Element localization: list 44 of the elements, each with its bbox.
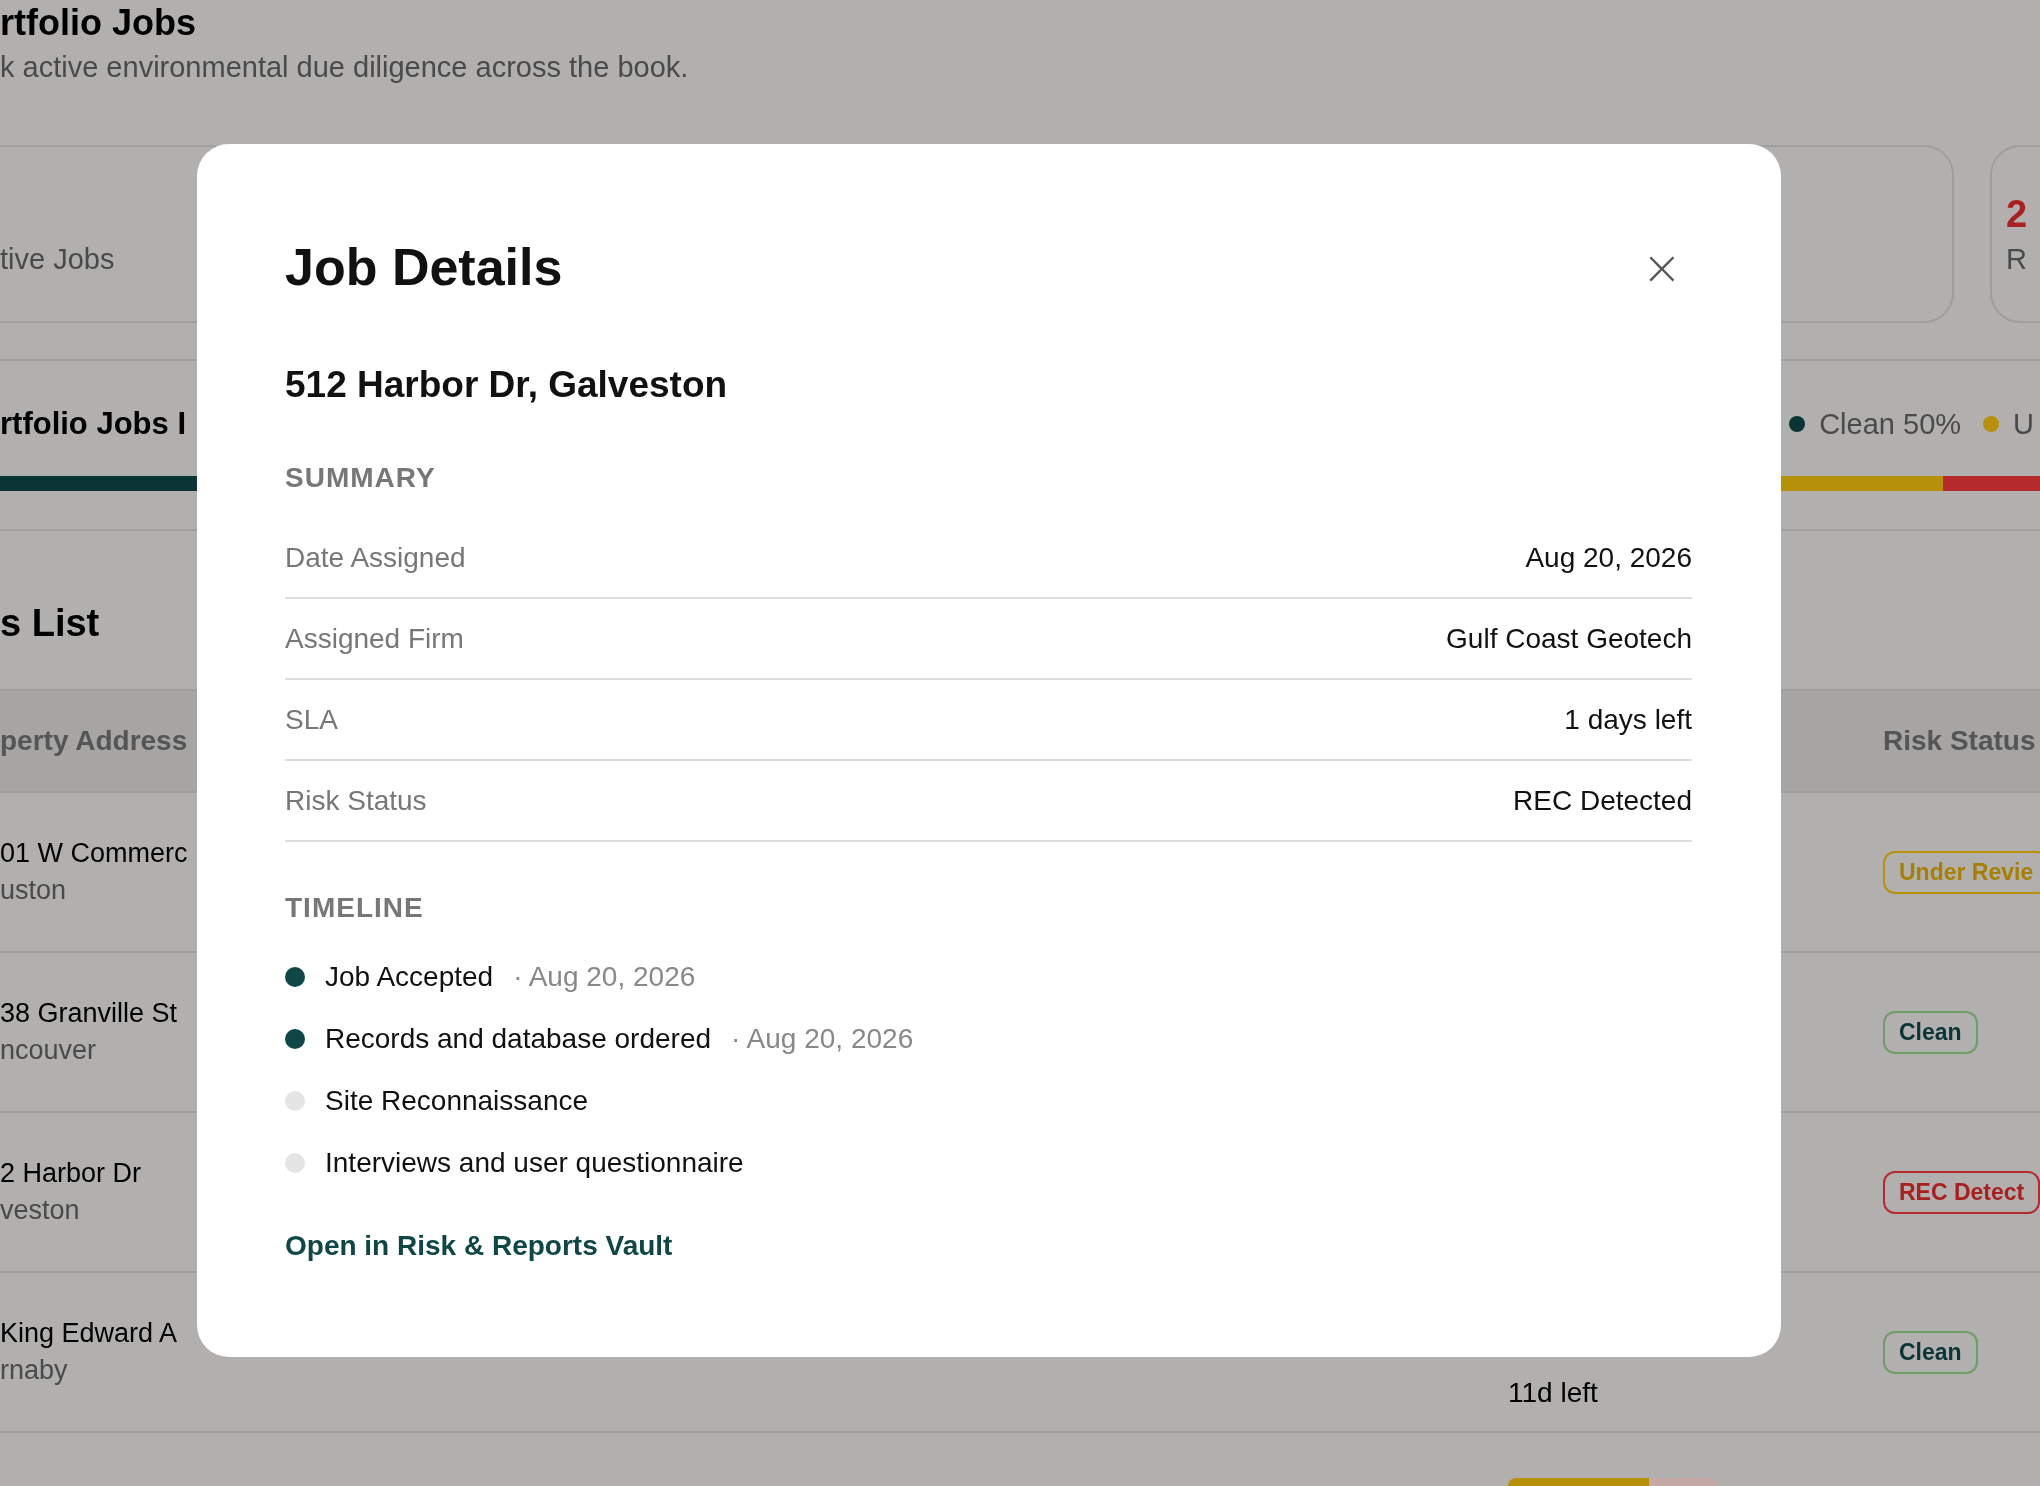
risk-status-badge: Under Revie [1883,850,2040,894]
city-text: uston [0,875,67,906]
address-text: King Edward A [0,1318,178,1349]
summary-label: Date Assigned [285,541,466,574]
summary-value: 1 days left [1564,703,1692,736]
timeline-date: · Aug 20, 2026 [513,961,696,993]
summary-value: Gulf Coast Geotech [1446,622,1692,655]
section-heading: TIMELINE [285,891,424,925]
city-text: rnaby [0,1355,68,1386]
summary-value: Aug 20, 2026 [1525,541,1692,574]
section-heading: SUMMARY [285,461,436,495]
sla-text: 11d left [1508,1377,1598,1409]
address-text: 01 W Commerc [0,838,188,869]
summary-label: SLA [285,703,338,736]
page-title: rtfolio Jobs [0,1,196,45]
summary-label: Risk Status [285,784,427,817]
summary-value: REC Detected [1513,784,1692,817]
timeline-step: Site Reconnaissance [325,1085,589,1117]
risk-status-badge: Clean [1883,1330,1978,1374]
timeline-step: Job Accepted [325,961,494,993]
vault-link[interactable]: Open in Risk & Reports Vault [285,1230,673,1262]
legend-item: U [1983,407,2034,441]
timeline-step: Records and database ordered [325,1023,712,1055]
city-text: ncouver [0,1035,97,1066]
page-subtitle: k active environmental due diligence across the book. [0,50,689,84]
summary-label: Assigned Firm [285,622,464,655]
address-text: 38 Granville St [0,998,178,1029]
risk-status-badge: Clean [1883,1010,1978,1054]
property-address: 512 Harbor Dr, Galveston [285,363,728,407]
city-text: veston [0,1195,80,1226]
column-header: perty Address [0,725,188,757]
close-button[interactable]: × [1641,243,1682,291]
stat-label: tive Jobs [0,242,115,277]
section-title: rtfolio Jobs I [0,406,186,442]
legend-item: Clean 50% [1789,407,1962,441]
timeline-date: · Aug 20, 2026 [731,1023,914,1055]
address-text: 2 Harbor Dr [0,1158,142,1189]
dialog-title: Job Details [285,237,563,298]
column-header: Risk Status [1883,725,2036,757]
stat-value: 2 [2006,192,2029,237]
timeline-step: Interviews and user questionnaire [325,1147,744,1179]
stat-label: R [2006,242,2027,277]
risk-status-badge: REC Detect [1883,1170,2040,1214]
list-title: s List [0,601,100,646]
